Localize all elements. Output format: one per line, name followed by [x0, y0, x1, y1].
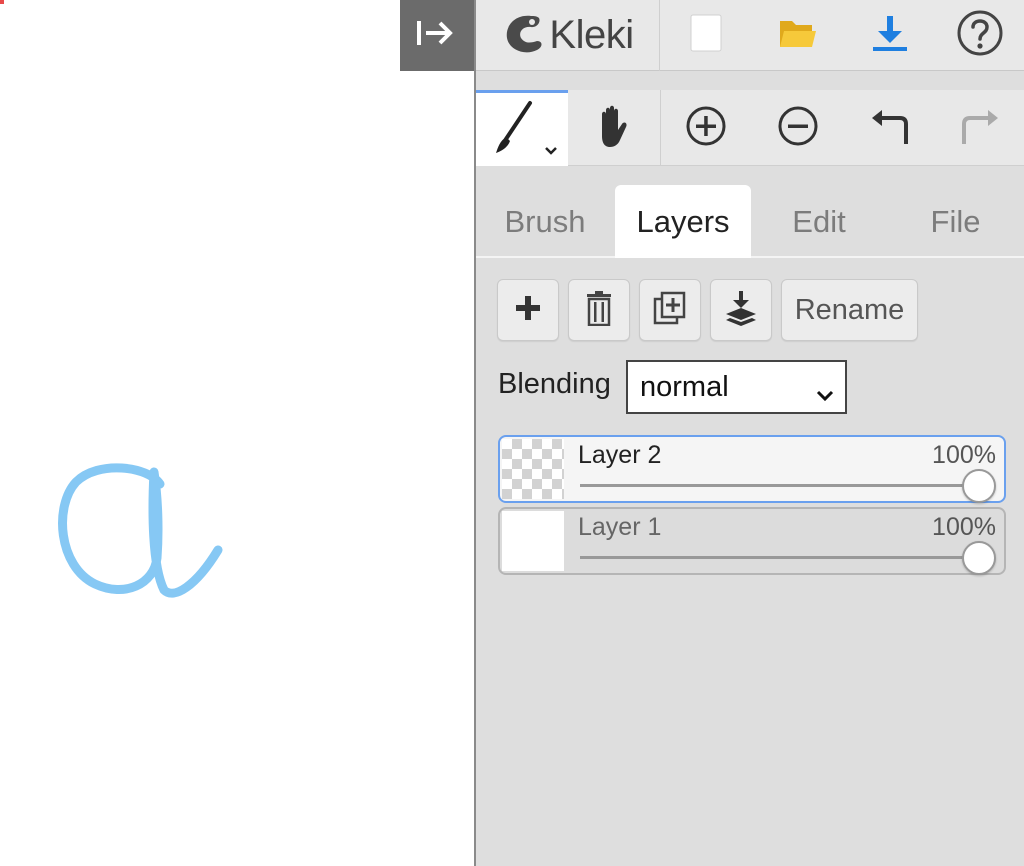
- delete-layer-button[interactable]: [568, 279, 630, 341]
- blending-select[interactable]: normal: [626, 360, 847, 414]
- plus-icon: [515, 295, 541, 326]
- layer-item-layer-2[interactable]: Layer 2 100%: [498, 435, 1006, 503]
- zoom-out-icon: [776, 104, 820, 153]
- chevron-down-icon: [815, 378, 835, 411]
- download-button[interactable]: [844, 0, 936, 71]
- chevron-down-icon: [544, 143, 558, 161]
- letter-a-stroke: [58, 463, 223, 598]
- rename-layer-button[interactable]: Rename: [781, 279, 918, 341]
- top-bar: Kleki: [476, 0, 1024, 71]
- undo-icon: [868, 104, 912, 153]
- zoom-in-button[interactable]: [660, 90, 752, 166]
- layer-thumbnail: [502, 511, 564, 571]
- kleki-logo[interactable]: Kleki: [476, 0, 660, 71]
- tab-file[interactable]: File: [887, 185, 1024, 258]
- zoom-in-icon: [684, 104, 728, 153]
- blending-value: normal: [640, 370, 729, 403]
- panel-tabs: Brush Layers Edit File: [476, 185, 1024, 258]
- redo-button[interactable]: [936, 90, 1024, 166]
- opacity-slider-handle[interactable]: [962, 469, 996, 503]
- canvas-drawing: [58, 463, 223, 598]
- arrow-right-to-bar-icon: [415, 18, 459, 53]
- layer-thumbnail: [502, 439, 564, 499]
- collapse-panel-button[interactable]: [400, 0, 474, 71]
- opacity-slider-track[interactable]: [580, 556, 972, 559]
- tab-edit[interactable]: Edit: [751, 185, 887, 258]
- side-panel: Kleki Brush Layers Edit File Rename Blen…: [474, 0, 1024, 866]
- redo-icon: [958, 104, 1002, 153]
- layer-opacity: 100%: [932, 513, 996, 541]
- add-layer-button[interactable]: [497, 279, 559, 341]
- zoom-out-button[interactable]: [752, 90, 844, 166]
- hand-icon: [592, 102, 636, 155]
- tab-layers[interactable]: Layers: [615, 185, 751, 258]
- trash-icon: [585, 290, 613, 331]
- drawing-canvas[interactable]: [0, 0, 474, 866]
- duplicate-layer-button[interactable]: [639, 279, 701, 341]
- download-icon: [870, 13, 910, 58]
- opacity-slider-track[interactable]: [580, 484, 972, 487]
- app-name: Kleki: [549, 13, 634, 57]
- opacity-slider-handle[interactable]: [962, 541, 996, 575]
- kleki-logo-icon: [501, 10, 545, 61]
- merge-down-icon: [724, 290, 758, 331]
- new-file-button[interactable]: [660, 0, 752, 71]
- open-file-button[interactable]: [752, 0, 844, 71]
- duplicate-icon: [653, 291, 687, 330]
- brush-tool-button[interactable]: [476, 90, 568, 166]
- brush-icon: [492, 97, 552, 162]
- hand-tool-button[interactable]: [568, 90, 660, 166]
- layer-opacity: 100%: [932, 441, 996, 469]
- layer-name: Layer 2: [578, 441, 662, 469]
- new-file-icon: [688, 13, 724, 58]
- merge-layer-button[interactable]: [710, 279, 772, 341]
- tool-bar: [476, 90, 1024, 166]
- layer-name: Layer 1: [578, 513, 662, 541]
- help-button[interactable]: [936, 0, 1024, 71]
- blending-label: Blending: [498, 368, 611, 400]
- open-folder-icon: [778, 15, 818, 56]
- tab-brush[interactable]: Brush: [476, 185, 614, 258]
- undo-button[interactable]: [844, 90, 936, 166]
- help-icon: [956, 9, 1004, 62]
- layer-item-layer-1[interactable]: Layer 1 100%: [498, 507, 1006, 575]
